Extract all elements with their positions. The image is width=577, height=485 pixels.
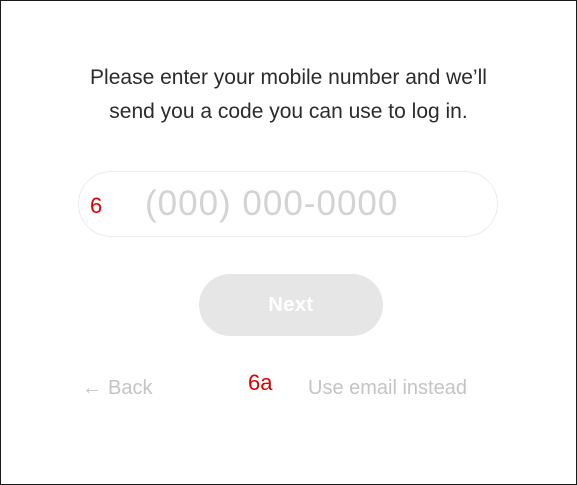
next-button[interactable]: Next <box>199 274 383 336</box>
phone-field[interactable] <box>78 171 498 237</box>
use-email-instead-link[interactable]: Use email instead <box>308 376 467 400</box>
instructions-line-1: Please enter your mobile number and we’l… <box>90 66 487 89</box>
annotation-marker-6a: 6a <box>248 370 273 395</box>
instructions-text: Please enter your mobile number and we’l… <box>1 61 576 129</box>
login-screen: Please enter your mobile number and we’l… <box>0 0 577 485</box>
phone-number-input[interactable] <box>145 184 475 224</box>
left-arrow-icon: ← <box>82 377 102 399</box>
instructions-line-2: send you a code you can use to log in. <box>109 100 468 123</box>
back-link[interactable]: ← Back <box>82 376 152 400</box>
annotation-marker-6: 6 <box>90 193 103 218</box>
back-label: Back <box>108 377 153 399</box>
